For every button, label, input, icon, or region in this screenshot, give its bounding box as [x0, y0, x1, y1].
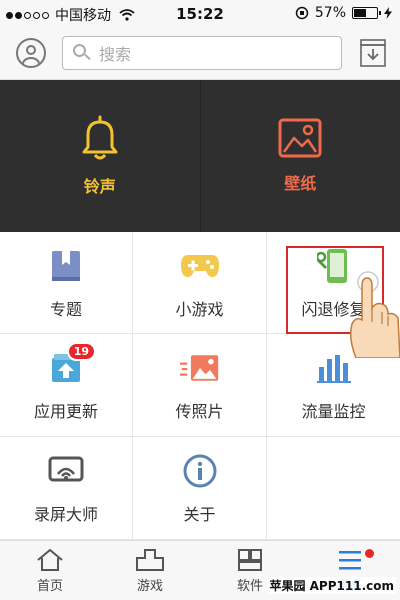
- tab-games[interactable]: 游戏: [100, 541, 200, 600]
- menu-icon: [339, 550, 361, 569]
- tab-home[interactable]: 首页: [0, 541, 100, 600]
- tab-label: 软件: [236, 578, 263, 594]
- feature-grid: 专题 小游戏 闪退修复 19 应用更新 传照片 流量监控 录屏大师 关于: [0, 232, 400, 540]
- wallpaper-label: 壁纸: [284, 174, 317, 193]
- grid-item-app-updates[interactable]: 19 应用更新: [0, 334, 133, 437]
- grid-empty-cell: [267, 437, 400, 540]
- info-icon: [180, 451, 220, 491]
- update-box-icon: 19: [46, 342, 96, 388]
- grid-item-label: 关于: [183, 505, 216, 524]
- tab-label: 首页: [36, 578, 63, 594]
- grid-item-minigames[interactable]: 小游戏: [133, 232, 267, 334]
- status-bar: 中国移动 15:22 57%: [0, 0, 400, 28]
- watermark: 苹果园 APP111.com: [267, 577, 396, 594]
- download-manager-icon[interactable]: [360, 39, 386, 67]
- wallpaper-button[interactable]: 壁纸: [199, 80, 400, 232]
- grid-item-photo-transfer[interactable]: 传照片: [133, 334, 267, 437]
- search-placeholder: 搜索: [99, 45, 132, 64]
- grid-item-label: 传照片: [175, 402, 224, 421]
- home-icon: [37, 548, 63, 571]
- update-count-badge: 19: [66, 342, 96, 361]
- banner: 铃声 壁纸: [0, 80, 400, 232]
- image-icon: [278, 118, 322, 158]
- search-input[interactable]: 搜索: [62, 36, 342, 70]
- orientation-lock-icon: [295, 6, 309, 20]
- grid-item-label: 小游戏: [175, 299, 224, 319]
- ringtone-button[interactable]: 铃声: [0, 80, 200, 232]
- charging-bolt-icon: [384, 7, 392, 19]
- grid-item-label: 应用更新: [33, 402, 98, 421]
- grid-item-label: 流量监控: [301, 402, 366, 421]
- gamepad-icon: [180, 246, 220, 286]
- bookmark-book-icon: [46, 246, 86, 286]
- top-header: 搜索: [0, 28, 400, 80]
- status-right: 57%: [295, 5, 392, 21]
- user-avatar-icon[interactable]: [16, 38, 46, 68]
- battery-percent: 57%: [314, 5, 346, 21]
- grid-item-about[interactable]: 关于: [133, 437, 267, 540]
- ringtone-label: 铃声: [83, 177, 116, 196]
- grid-item-label: 专题: [49, 299, 82, 319]
- tapping-hand-icon: [349, 271, 400, 358]
- grid-item-screen-recorder[interactable]: 录屏大师: [0, 437, 133, 540]
- game-blocks-icon: [136, 548, 164, 571]
- grid-item-label: 录屏大师: [33, 505, 98, 524]
- screen-cast-icon: [46, 451, 86, 491]
- bell-icon: [82, 115, 118, 160]
- search-icon: [73, 44, 91, 62]
- notification-dot: [365, 549, 374, 558]
- battery-icon: [352, 7, 381, 19]
- photo-transfer-icon: [179, 348, 220, 388]
- grid-item-topics[interactable]: 专题: [0, 232, 133, 334]
- tab-label: 游戏: [136, 578, 163, 594]
- apps-icon: [238, 548, 262, 571]
